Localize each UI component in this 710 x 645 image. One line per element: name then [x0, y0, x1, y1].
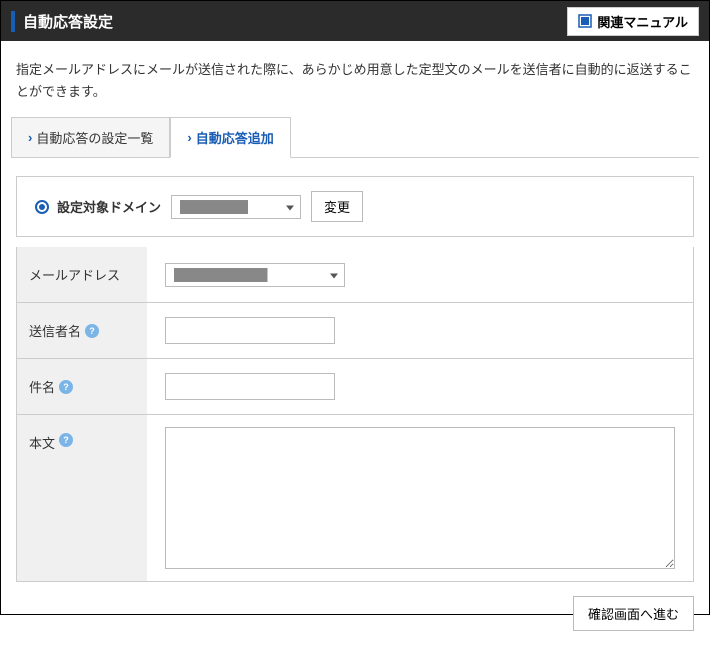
domain-label: 設定対象ドメイン [57, 197, 161, 216]
sender-input[interactable] [165, 317, 335, 344]
page-title: 自動応答設定 [11, 11, 113, 32]
tab-label: 自動応答追加 [196, 128, 274, 147]
email-select[interactable]: ███████████ [165, 263, 345, 287]
book-icon [578, 14, 592, 28]
form-table: メールアドレス ███████████ 送信者名 ? 件名 ? 本文 [16, 247, 694, 582]
chevron-right-icon: › [187, 130, 191, 145]
change-button[interactable]: 変更 [311, 191, 363, 222]
page-header: 自動応答設定 関連マニュアル [1, 1, 709, 41]
domain-select[interactable]: ████████ [171, 195, 301, 219]
help-icon[interactable]: ? [85, 324, 99, 338]
body-textarea[interactable] [165, 427, 675, 569]
row-subject: 件名 ? [17, 358, 693, 414]
sender-label: 送信者名 ? [17, 303, 147, 358]
manual-button-label: 関連マニュアル [597, 12, 688, 31]
help-icon[interactable]: ? [59, 433, 73, 447]
tab-bar: › 自動応答の設定一覧 › 自動応答追加 [11, 117, 699, 158]
confirm-button[interactable]: 確認画面へ進む [573, 596, 694, 631]
row-email: メールアドレス ███████████ [17, 247, 693, 302]
manual-button[interactable]: 関連マニュアル [567, 7, 699, 36]
body-label: 本文 ? [17, 415, 147, 581]
row-body: 本文 ? [17, 414, 693, 581]
tab-add-autoresponder[interactable]: › 自動応答追加 [170, 117, 290, 158]
row-sender: 送信者名 ? [17, 302, 693, 358]
domain-radio[interactable] [35, 200, 49, 214]
tab-settings-list[interactable]: › 自動応答の設定一覧 [11, 117, 170, 158]
chevron-right-icon: › [28, 130, 32, 145]
footer: 確認画面へ進む [1, 582, 709, 645]
tab-label: 自動応答の設定一覧 [36, 128, 153, 147]
page-description: 指定メールアドレスにメールが送信された際に、あらかじめ用意した定型文のメールを送… [1, 41, 709, 117]
subject-input[interactable] [165, 373, 335, 400]
email-label: メールアドレス [17, 247, 147, 302]
subject-label: 件名 ? [17, 359, 147, 414]
domain-selection-row: 設定対象ドメイン ████████ 変更 [16, 176, 694, 237]
help-icon[interactable]: ? [59, 380, 73, 394]
